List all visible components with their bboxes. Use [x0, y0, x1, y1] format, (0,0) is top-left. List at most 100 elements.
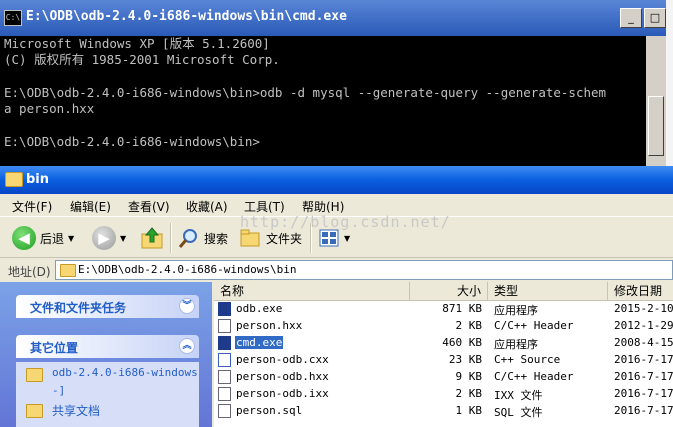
cmd-window-title: E:\ODB\odb-2.4.0-i686-windows\bin\cmd.ex…: [26, 9, 347, 24]
search-label: 搜索: [204, 231, 229, 246]
cmd-scrollbar[interactable]: [646, 36, 666, 166]
toolbar-separator: [170, 223, 172, 253]
file-type: IXX 文件: [494, 389, 543, 402]
file-row[interactable]: person-odb.ixx 2 KB IXX 文件 2016-7-17: [214, 386, 673, 403]
column-size[interactable]: 大小: [410, 282, 488, 300]
file-type: 应用程序: [494, 338, 538, 351]
menu-favorites[interactable]: 收藏(A): [186, 198, 228, 215]
chevron-down-icon[interactable]: ▼: [120, 234, 126, 243]
back-label: 后退: [40, 231, 65, 246]
address-label: 地址(D): [8, 265, 51, 279]
cmd-window-icon: C:\: [4, 10, 22, 26]
file-type: 应用程序: [494, 304, 538, 317]
header-file-icon: [218, 319, 231, 333]
other-place-label: -]: [52, 384, 66, 397]
file-row[interactable]: person-odb.hxx 9 KB C/C++ Header 2016-7-…: [214, 369, 673, 386]
up-folder-button[interactable]: [140, 225, 164, 251]
menu-tools[interactable]: 工具(T): [244, 198, 285, 215]
explorer-window-title: bin: [26, 172, 50, 187]
column-type[interactable]: 类型: [488, 282, 608, 300]
file-name: cmd.exe: [235, 336, 284, 349]
cmd-line: [4, 69, 646, 85]
chevron-down-icon[interactable]: ︾: [179, 298, 195, 314]
column-name[interactable]: 名称: [214, 282, 410, 300]
file-size: 1 KB: [455, 404, 483, 417]
search-icon: [178, 229, 197, 248]
explorer-title-bar[interactable]: bin: [0, 166, 673, 194]
sql-file-icon: [218, 404, 231, 418]
file-size: 460 KB: [442, 336, 482, 349]
file-date: 2016-7-17: [614, 404, 673, 417]
search-button[interactable]: 搜索: [178, 225, 228, 251]
other-places-panel-header[interactable]: 其它位置 ︽: [16, 335, 199, 358]
file-list-header: 名称 大小 类型 修改日期: [214, 282, 673, 301]
back-button[interactable]: ◀ 后退 ▼: [12, 225, 74, 251]
explorer-window[interactable]: bin 文件(F) 编辑(E) 查看(V) 收藏(A) 工具(T) 帮助(H) …: [0, 166, 673, 427]
file-size: 23 KB: [448, 353, 482, 366]
back-arrow-icon: ◀: [12, 226, 36, 250]
file-name: person-odb.ixx: [236, 387, 329, 400]
menu-edit[interactable]: 编辑(E): [70, 198, 111, 215]
file-row[interactable]: person.sql 1 KB SQL 文件 2016-7-17: [214, 403, 673, 420]
cmd-console-output[interactable]: Microsoft Windows XP [版本 5.1.2600] (C) 版权…: [0, 36, 646, 166]
file-row[interactable]: odb.exe 871 KB 应用程序 2015-2-10: [214, 301, 673, 318]
cmd-line: E:\ODB\odb-2.4.0-i686-windows\bin>odb -d…: [4, 84, 607, 100]
source-file-icon: [218, 353, 231, 367]
cmd-maximize-button[interactable]: □: [644, 8, 666, 28]
file-type: C/C++ Header: [494, 370, 574, 383]
menu-view[interactable]: 查看(V): [128, 198, 170, 215]
other-place-label: 共享文档: [52, 404, 101, 418]
file-row[interactable]: person.hxx 2 KB C/C++ Header 2012-1-29: [214, 318, 673, 335]
file-tasks-panel-header[interactable]: 文件和文件夹任务 ︾: [16, 295, 199, 318]
cmd-line: a person.hxx: [4, 101, 95, 117]
toolbar-separator: [310, 223, 312, 253]
other-place-label: odb-2.4.0-i686-windows: [52, 366, 198, 379]
file-date: 2016-7-17: [614, 353, 673, 366]
cmd-scrollbar-thumb[interactable]: [648, 96, 664, 156]
file-date: 2016-7-17: [614, 370, 673, 383]
cmd-line: Microsoft Windows XP [版本 5.1.2600]: [4, 36, 270, 51]
ixx-file-icon: [218, 387, 231, 401]
file-type: SQL 文件: [494, 406, 543, 419]
chevron-down-icon[interactable]: ▼: [344, 234, 350, 243]
file-row-selected[interactable]: cmd.exe 460 KB 应用程序 2008-4-15: [214, 335, 673, 352]
cmd-window[interactable]: C:\ E:\ODB\odb-2.4.0-i686-windows\bin\cm…: [0, 0, 666, 166]
file-date: 2015-2-10: [614, 302, 673, 315]
folder-icon: [5, 172, 23, 187]
up-folder-icon: [141, 227, 163, 249]
menu-help[interactable]: 帮助(H): [302, 198, 344, 215]
views-button[interactable]: ▼: [318, 225, 350, 251]
file-name: person-odb.cxx: [236, 353, 329, 366]
menu-file[interactable]: 文件(F): [12, 198, 52, 215]
cmd-minimize-button[interactable]: _: [620, 8, 642, 28]
chevron-down-icon[interactable]: ▼: [68, 234, 74, 243]
chevron-up-icon[interactable]: ︽: [179, 338, 195, 354]
forward-arrow-icon: ▶: [92, 226, 116, 250]
cmd-file-icon: [218, 336, 231, 350]
file-type: C/C++ Header: [494, 319, 574, 332]
forward-button[interactable]: ▶ ▼: [92, 225, 126, 251]
toolbar: ◀ 后退 ▼ ▶ ▼ 搜索 文件夹 ▼: [0, 216, 673, 258]
folders-button[interactable]: 文件夹: [240, 225, 302, 251]
file-row[interactable]: person-odb.cxx 23 KB C++ Source 2016-7-1…: [214, 352, 673, 369]
menu-bar: 文件(F) 编辑(E) 查看(V) 收藏(A) 工具(T) 帮助(H): [0, 194, 673, 216]
folder-icon: [60, 264, 76, 277]
file-tasks-title: 文件和文件夹任务: [30, 301, 127, 315]
cmd-line: [4, 117, 646, 133]
cmd-line: E:\ODB\odb-2.4.0-i686-windows\bin>: [4, 133, 260, 149]
file-size: 9 KB: [455, 370, 483, 383]
cmd-title-bar[interactable]: C:\ E:\ODB\odb-2.4.0-i686-windows\bin\cm…: [0, 0, 666, 36]
other-places-title: 其它位置: [30, 341, 79, 355]
column-modified[interactable]: 修改日期: [608, 282, 673, 300]
cmd-line: (C) 版权所有 1985-2001 Microsoft Corp.: [4, 52, 280, 68]
file-size: 2 KB: [455, 387, 483, 400]
file-name: person.hxx: [236, 319, 303, 332]
file-size: 2 KB: [455, 319, 483, 332]
views-icon: [319, 229, 339, 247]
exe-file-icon: [218, 302, 231, 316]
folder-icon: [26, 368, 43, 382]
background-edge: [666, 0, 673, 166]
file-list[interactable]: 名称 大小 类型 修改日期 odb.exe 871 KB 应用程序 2015-2…: [214, 282, 673, 427]
file-type: C++ Source: [494, 353, 561, 366]
address-field[interactable]: E:\ODB\odb-2.4.0-i686-windows\bin: [55, 260, 673, 280]
